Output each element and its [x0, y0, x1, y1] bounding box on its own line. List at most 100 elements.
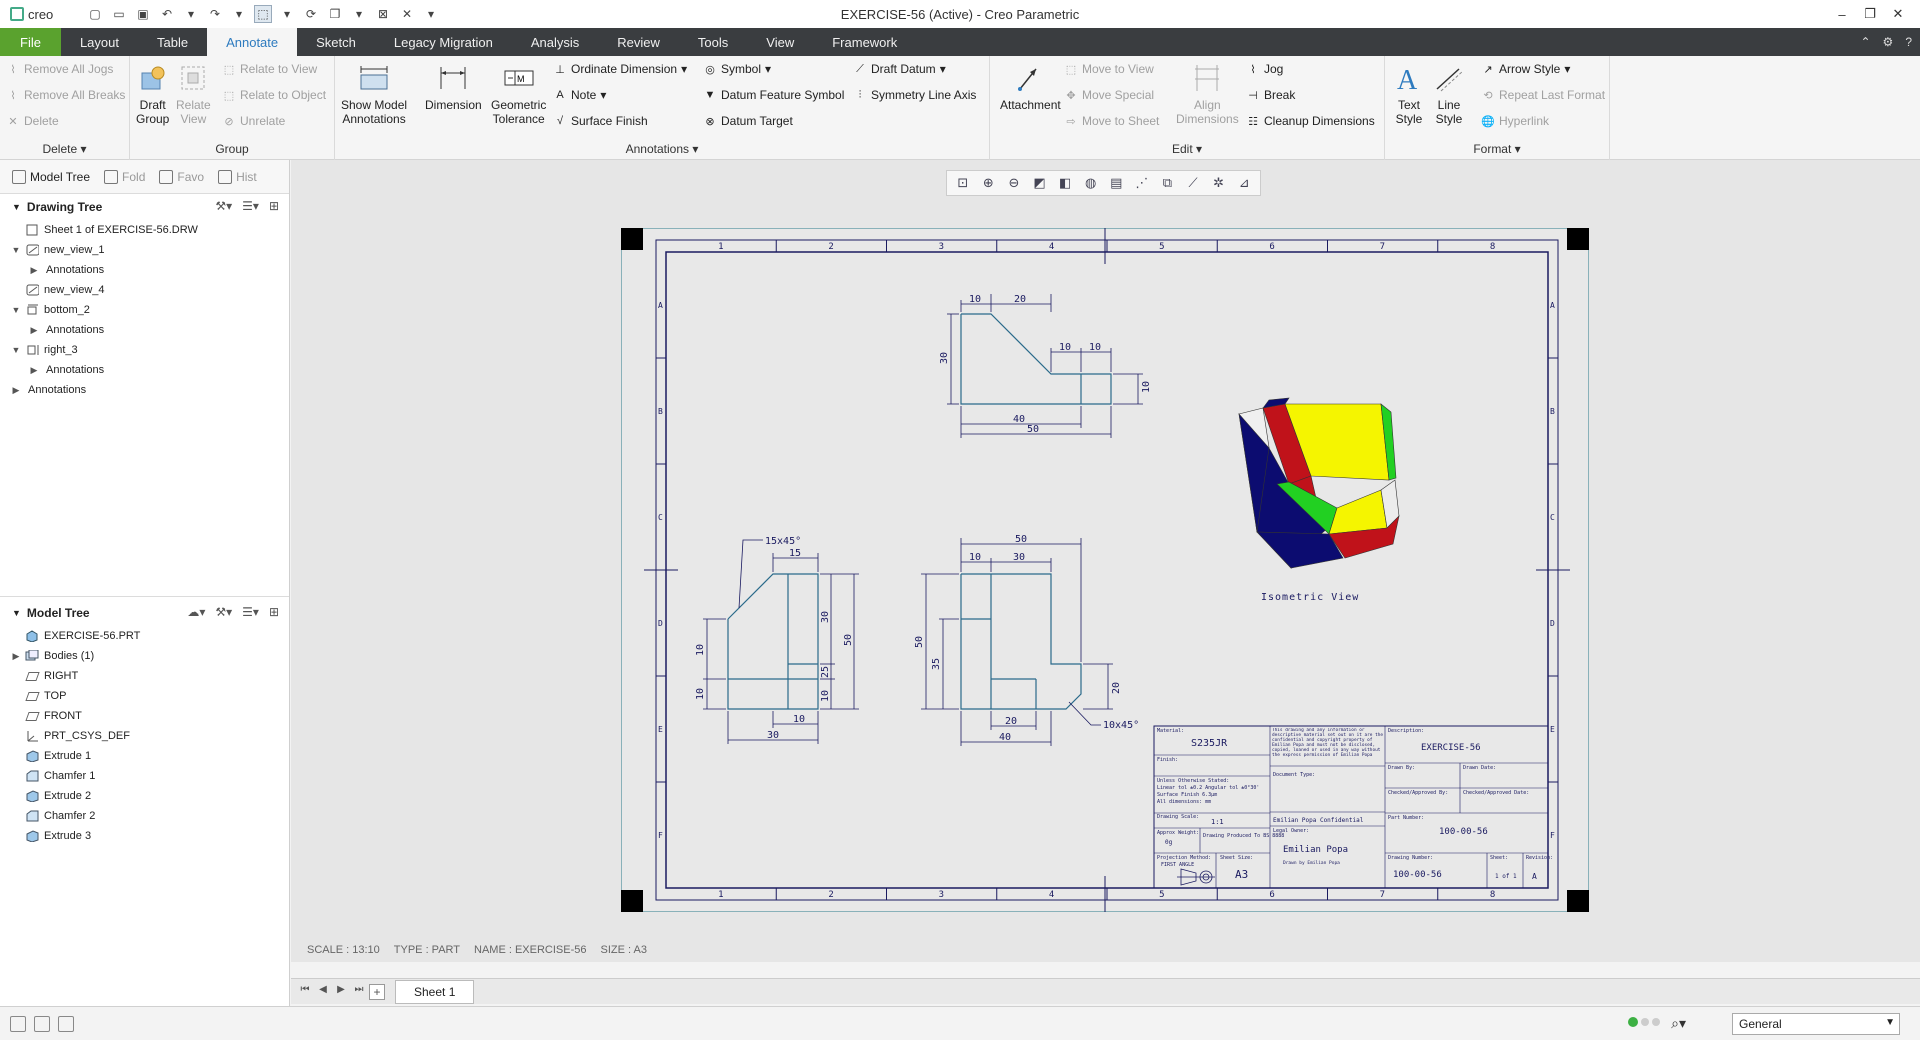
tree-node-extrude[interactable]: Extrude 3 — [10, 826, 289, 846]
dim-text[interactable]: 35 — [931, 658, 942, 670]
zoom-in-icon[interactable]: ⊕ — [979, 173, 999, 193]
dim-text[interactable]: 50 — [843, 634, 854, 646]
arrow-style-button[interactable]: ↗ Arrow Style ▾ — [1481, 60, 1570, 78]
layer-icon[interactable]: ⧉ — [1158, 173, 1178, 193]
regenerate-icon[interactable]: ⟳ — [302, 5, 320, 23]
last-sheet-icon[interactable]: ⏭ — [351, 984, 367, 1000]
annotations-group-label[interactable]: Annotations ▾ — [335, 142, 989, 156]
tree-node-view[interactable]: new_view_4 — [10, 280, 289, 300]
dim-text[interactable]: 15 — [789, 548, 801, 559]
collapse-icon[interactable]: ▼ — [10, 345, 22, 355]
tree-node-extrude[interactable]: Extrude 2 — [10, 786, 289, 806]
repaint-icon[interactable]: ◩ — [1030, 173, 1050, 193]
drawing-sheet[interactable]: 1 1 2 2 3 3 4 4 5 5 6 6 7 7 8 8 A A B B C C D D E E F F 10 20 30 10… — [621, 228, 1589, 912]
windows-icon[interactable]: ❐ — [326, 5, 344, 23]
isometric-view-label[interactable]: Isometric View — [1261, 592, 1359, 603]
redo-icon[interactable]: ↷ — [206, 5, 224, 23]
text-style-button[interactable]: A Text Style — [1393, 62, 1425, 126]
panel-splitter[interactable] — [0, 596, 289, 597]
select-box-icon[interactable]: ⬚ — [254, 5, 272, 23]
sheet-tab[interactable]: Sheet 1 — [395, 979, 475, 1004]
tree-node-annotations[interactable]: ▶ Annotations — [10, 380, 289, 400]
expand-icon[interactable]: ▶ — [28, 265, 40, 276]
minimize-icon[interactable]: – — [1828, 0, 1856, 28]
tree-node-csys[interactable]: PRT_CSYS_DEF — [10, 726, 289, 746]
attachment-button[interactable]: Attachment — [1000, 62, 1061, 112]
tab-annotate[interactable]: Annotate — [207, 28, 298, 56]
repeat-last-format-button[interactable]: ⟲ Repeat Last Format — [1481, 86, 1605, 104]
line-style-button[interactable]: Line Style — [1433, 62, 1465, 126]
navigator-toggle-icon[interactable] — [10, 1015, 26, 1032]
relate-to-object-button[interactable]: ⬚ Relate to Object — [222, 86, 326, 104]
dim-text[interactable]: 40 — [1013, 414, 1025, 425]
tab-view[interactable]: View — [747, 28, 813, 56]
tree-node-datum-plane[interactable]: TOP — [10, 686, 289, 706]
dim-text[interactable]: 20 — [1111, 682, 1122, 694]
geometric-tolerance-button[interactable]: M Geometric Tolerance — [491, 62, 546, 126]
undo-icon[interactable]: ↶ — [158, 5, 176, 23]
tab-tools[interactable]: Tools — [679, 28, 747, 56]
delete-group-label[interactable]: Delete ▾ — [0, 142, 129, 156]
tree-node-view[interactable]: ▼ right_3 — [10, 340, 289, 360]
tree-node-view[interactable]: ▼ new_view_1 — [10, 240, 289, 260]
expand-icon[interactable]: ▶ — [10, 385, 22, 396]
tree-columns-icon[interactable]: ⊞ — [269, 199, 279, 213]
tree-settings-icon[interactable]: ☰▾ — [242, 605, 259, 619]
dim-text[interactable]: 50 — [1015, 534, 1027, 545]
close-window-icon[interactable]: ⊠ — [374, 5, 392, 23]
refit-icon[interactable]: ⊡ — [953, 173, 973, 193]
save-icon[interactable]: ▣ — [134, 5, 152, 23]
cleanup-dimensions-button[interactable]: ☷ Cleanup Dimensions — [1246, 112, 1375, 130]
zoom-out-icon[interactable]: ⊖ — [1004, 173, 1024, 193]
settings-icon[interactable]: ⚙ — [1883, 35, 1894, 49]
jog-button[interactable]: ⌇ Jog — [1246, 60, 1283, 78]
tab-table[interactable]: Table — [138, 28, 207, 56]
tree-settings-icon[interactable]: ☰▾ — [242, 199, 259, 213]
datum-target-button[interactable]: ⊗ Datum Target — [703, 112, 792, 130]
select-dropdown-icon[interactable]: ▾ — [278, 5, 296, 23]
tab-history[interactable]: Hist — [214, 166, 261, 188]
tree-columns-icon[interactable]: ⊞ — [269, 605, 279, 619]
edit-group-label[interactable]: Edit ▾ — [990, 142, 1384, 156]
tree-node-datum-plane[interactable]: FRONT — [10, 706, 289, 726]
selection-filter[interactable]: General ▼ — [1732, 1013, 1900, 1035]
tree-node-part[interactable]: EXERCISE-56.PRT — [10, 626, 289, 646]
dim-text[interactable]: 10 — [969, 294, 981, 305]
collapse-icon[interactable]: ▼ — [10, 245, 22, 255]
dim-text[interactable]: 10 — [1141, 381, 1152, 393]
saved-orientations-icon[interactable]: ◍ — [1081, 173, 1101, 193]
collapse-ribbon-icon[interactable]: ⌃ — [1860, 35, 1870, 49]
tab-sketch[interactable]: Sketch — [297, 28, 375, 56]
tree-node-chamfer[interactable]: Chamfer 1 — [10, 766, 289, 786]
dim-text[interactable]: 30 — [767, 730, 779, 741]
symmetry-line-axis-button[interactable]: ⫶ Symmetry Line Axis — [853, 86, 977, 104]
show-model-annotations-button[interactable]: Show Model Annotations — [341, 62, 407, 126]
model-tree-view-icon[interactable]: ☁▾ — [187, 605, 205, 619]
dim-text[interactable]: 15x45° — [765, 536, 801, 547]
dim-text[interactable]: 10 — [793, 714, 805, 725]
datum-feature-symbol-button[interactable]: ▼ Datum Feature Symbol — [703, 86, 845, 104]
move-to-sheet-button[interactable]: ⇨ Move to Sheet — [1064, 112, 1159, 130]
tab-model-tree[interactable]: Model Tree — [8, 166, 94, 188]
open-folder-icon[interactable]: ▭ — [110, 5, 128, 23]
delete-button[interactable]: ✕ Delete — [6, 112, 58, 130]
collapse-icon[interactable]: ▼ — [10, 305, 22, 315]
windows-dropdown-icon[interactable]: ▾ — [350, 5, 368, 23]
tree-node-view[interactable]: ▼ bottom_2 — [10, 300, 289, 320]
expand-icon[interactable]: ▶ — [28, 325, 40, 336]
draft-group-button[interactable]: Draft Group — [136, 62, 169, 126]
move-special-button[interactable]: ✥ Move Special — [1064, 86, 1154, 104]
tree-node-annotations[interactable]: ▶ Annotations — [10, 320, 289, 340]
collapse-icon[interactable]: ▼ — [12, 202, 21, 212]
tree-node-bodies[interactable]: ▶ Bodies (1) — [10, 646, 289, 666]
dim-text[interactable]: 10x45° — [1103, 720, 1139, 731]
first-sheet-icon[interactable]: ⏮ — [297, 984, 313, 1000]
tab-framework[interactable]: Framework — [813, 28, 916, 56]
full-screen-icon[interactable] — [58, 1015, 74, 1032]
format-group-label[interactable]: Format ▾ — [1385, 142, 1609, 156]
draft-datum-button[interactable]: ⟋ Draft Datum ▾ — [853, 60, 946, 78]
tree-node-chamfer[interactable]: Chamfer 2 — [10, 806, 289, 826]
graphics-window[interactable]: ⊡ ⊕ ⊖ ◩ ◧ ◍ ▤ ⋰ ⧉ ⟋ ✲ ⊿ 1 1 2 2 3 3 4 4 5 5 6 6 7 7 8 8… — [291, 160, 1920, 962]
tree-node-sheet[interactable]: Sheet 1 of EXERCISE-56.DRW — [10, 220, 289, 240]
dim-text[interactable]: 10 — [695, 688, 706, 700]
